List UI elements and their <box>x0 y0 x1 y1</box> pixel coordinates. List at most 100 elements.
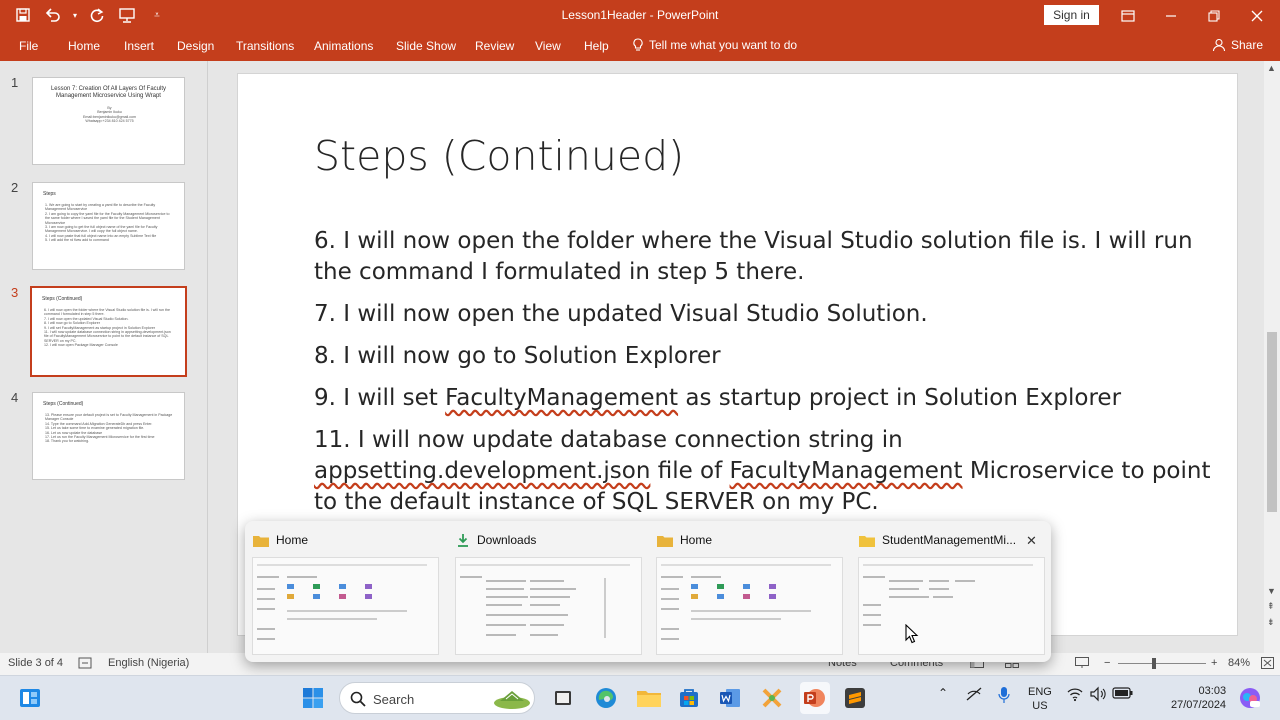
language-indicator[interactable]: English (Nigeria) <box>108 657 189 669</box>
zoom-slider[interactable] <box>1118 663 1206 664</box>
system-clock[interactable]: 03:03 27/07/2024 <box>1171 684 1226 712</box>
app-icon[interactable] <box>760 686 786 710</box>
folder-icon <box>253 535 269 547</box>
window-preview-home-2[interactable]: Home <box>649 521 849 662</box>
show-hidden-icons-icon[interactable]: ⌃ <box>938 686 948 700</box>
file-explorer-icon[interactable] <box>636 686 662 710</box>
slide-bullet: 9. I will set FacultyManagement as start… <box>314 385 1122 411</box>
copilot-icon[interactable] <box>1238 686 1264 710</box>
slide-bullet: 7. I will now open the updated Visual St… <box>314 301 928 327</box>
scrollbar-thumb[interactable] <box>1267 332 1277 512</box>
thumbnail-line: 6. I will now open the folder where the … <box>44 308 170 317</box>
word-icon[interactable] <box>718 686 744 710</box>
tab-slide-show[interactable]: Slide Show <box>396 39 456 53</box>
search-highlight-icon <box>494 691 530 709</box>
restore-icon[interactable] <box>1193 0 1235 31</box>
tab-animations[interactable]: Animations <box>314 39 373 53</box>
window-preview-home[interactable]: Home <box>245 521 445 662</box>
tab-transitions[interactable]: Transitions <box>236 39 294 53</box>
volume-icon[interactable] <box>1089 686 1107 705</box>
pane-splitter[interactable] <box>207 61 208 653</box>
zoom-in-icon[interactable]: + <box>1211 657 1217 669</box>
language-code: ENG <box>1028 686 1052 698</box>
accessibility-icon[interactable] <box>78 657 92 672</box>
slide-number: 1 <box>11 75 19 90</box>
thumbnail-title: Steps (Continued) <box>43 401 84 407</box>
thumbnail-line: 11. I will now update database connectio… <box>44 330 171 343</box>
spellcheck-word: FacultyManagement <box>729 458 963 484</box>
windows-start-icon[interactable] <box>301 686 327 710</box>
folder-icon <box>657 535 673 547</box>
slide-thumbnail-3[interactable]: Steps (Continued) 6. I will now open the… <box>30 286 187 377</box>
sign-in-button[interactable]: Sign in <box>1044 5 1099 25</box>
slide-body[interactable]: 6. I will now open the folder where the … <box>314 226 1214 529</box>
slide-title[interactable]: Steps (Continued) <box>314 132 684 180</box>
language-switcher[interactable]: ENG US <box>1028 685 1052 713</box>
slide-number: 3 <box>11 285 19 300</box>
tab-view[interactable]: View <box>535 39 561 53</box>
slide-thumbnail-2[interactable]: Steps 1. We are going to start by creati… <box>32 182 185 270</box>
window-preview-studentmanagement[interactable]: StudentManagementMi... <box>851 521 1051 662</box>
tab-home[interactable]: Home <box>68 39 100 53</box>
edge-icon[interactable] <box>594 686 620 710</box>
window-preview-downloads[interactable]: Downloads <box>448 521 648 662</box>
ribbon-display-options-icon[interactable] <box>1107 0 1149 31</box>
scroll-down-icon[interactable]: ▼ <box>1267 586 1276 596</box>
task-view-icon[interactable] <box>551 686 577 710</box>
thumbnail-line: Whatsapp:+234 810 424 5775 <box>85 119 134 124</box>
slideshow-view-icon[interactable] <box>1075 657 1089 672</box>
window-preview-title: Home <box>276 533 309 547</box>
slide-bullet: 6. I will now open the folder where the … <box>314 228 1193 285</box>
battery-icon[interactable] <box>1112 686 1134 703</box>
network-off-icon[interactable] <box>965 686 983 705</box>
window-preview-title: Downloads <box>477 533 537 547</box>
store-icon[interactable] <box>677 686 703 710</box>
widgets-icon[interactable] <box>18 686 44 710</box>
tab-help[interactable]: Help <box>584 39 609 53</box>
thumbnail-title: Steps (Continued) <box>42 296 83 302</box>
taskbar-search-box[interactable]: Search <box>339 682 535 714</box>
spellcheck-word: FacultyManagement <box>445 385 679 411</box>
microphone-icon[interactable] <box>998 686 1010 707</box>
zoom-level[interactable]: 84% <box>1228 657 1250 669</box>
tab-review[interactable]: Review <box>475 39 514 53</box>
window-preview-title: Home <box>680 533 713 547</box>
tab-design[interactable]: Design <box>177 39 214 53</box>
zoom-slider-thumb[interactable] <box>1152 658 1156 669</box>
close-preview-icon[interactable]: ✕ <box>1026 533 1037 549</box>
person-icon <box>1212 38 1226 52</box>
zoom-out-icon[interactable]: − <box>1104 657 1110 669</box>
wifi-icon[interactable] <box>1067 686 1083 705</box>
sublime-text-icon[interactable] <box>843 686 869 710</box>
share-button[interactable]: Share <box>1212 38 1263 52</box>
slide-thumbnail-1[interactable]: Lesson 7: Creation Of All Layers Of Facu… <box>32 77 185 165</box>
previous-slide-icon[interactable]: ⇞ <box>1267 601 1275 612</box>
region-code: US <box>1032 700 1048 712</box>
powerpoint-icon[interactable] <box>800 682 830 714</box>
thumbnail-line: 13. Please ensure your default project i… <box>45 413 173 422</box>
window-preview-thumbnail <box>858 557 1045 655</box>
download-icon <box>458 534 468 547</box>
tab-file[interactable]: File <box>19 39 38 53</box>
thumbnail-line: 3. I am now going to get the full object… <box>45 225 158 234</box>
slide-thumbnail-4[interactable]: Steps (Continued) 13. Please ensure your… <box>32 392 185 480</box>
thumbnail-line: 2. I am going to copy the yaml file for … <box>45 211 170 225</box>
title-bar: ▾ ⩡ Lesson1Header - PowerPoint Sign in <box>0 0 1280 31</box>
thumbnail-line: 18. Thank you for watching. <box>45 439 90 444</box>
scroll-up-icon[interactable]: ▲ <box>1267 63 1276 73</box>
tab-insert[interactable]: Insert <box>124 39 154 53</box>
fit-to-window-icon[interactable] <box>1261 657 1274 672</box>
slide-number: 4 <box>11 390 19 405</box>
tell-me-search[interactable]: Tell me what you want to do <box>632 38 797 52</box>
vertical-scrollbar[interactable]: ▲ ▼ ⇞ ⇟ <box>1264 61 1280 653</box>
search-label: Search <box>373 692 415 707</box>
thumbnail-line: 12. I will now open Package Manager Cons… <box>44 343 118 348</box>
slide-bullet: 8. I will now go to Solution Explorer <box>314 343 721 369</box>
thumbnail-title: Lesson 7: Creation Of All Layers Of Facu… <box>50 86 167 99</box>
next-slide-icon[interactable]: ⇟ <box>1267 617 1275 628</box>
clock-date: 27/07/2024 <box>1171 699 1227 711</box>
share-label: Share <box>1231 38 1264 52</box>
window-preview-thumbnail <box>656 557 843 655</box>
close-icon[interactable] <box>1236 0 1278 31</box>
minimize-icon[interactable] <box>1150 0 1192 31</box>
